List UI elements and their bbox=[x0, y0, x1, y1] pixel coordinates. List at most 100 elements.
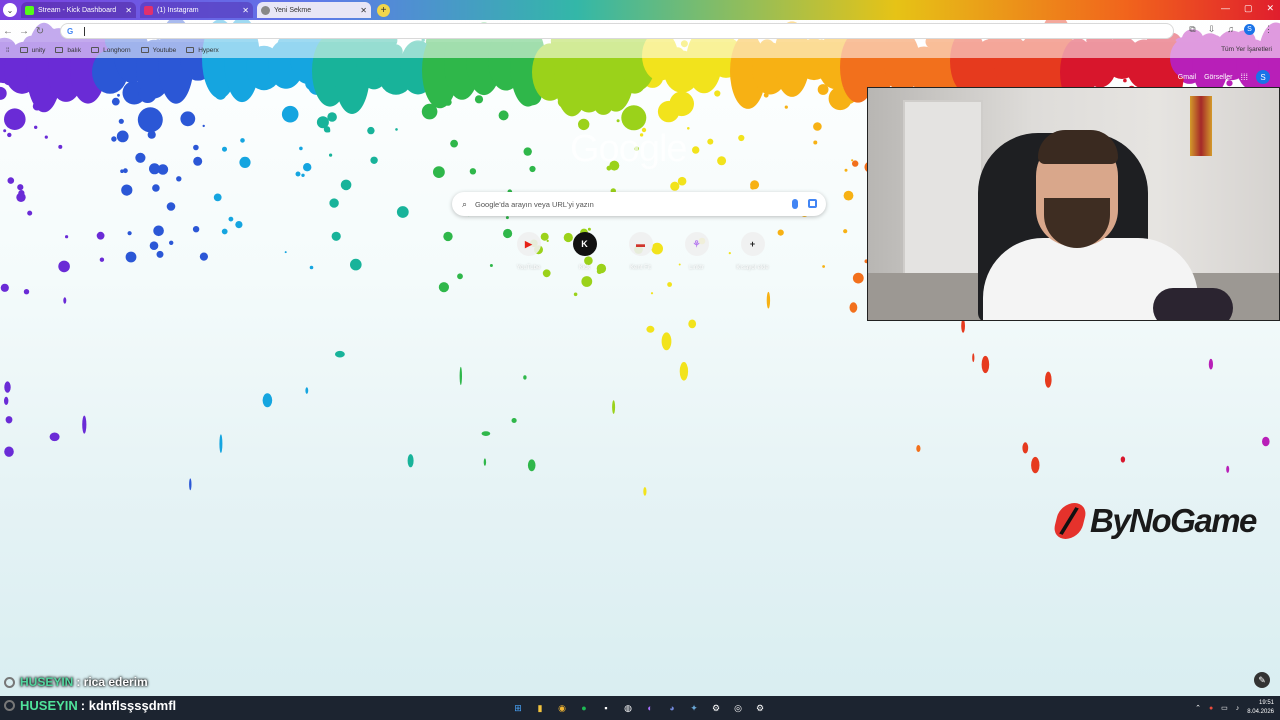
text-cursor bbox=[84, 26, 85, 36]
windows-taskbar: ⊞ ▮ ◉ ● ▪ ◍ ◐ ◕ ✦ ⚙ ◎ ⚙ ⌃ ● ▭ ♪ 19:51 8.… bbox=[0, 696, 1280, 720]
settings-icon[interactable]: ⚙ bbox=[708, 700, 724, 716]
paint-drop bbox=[99, 257, 105, 262]
close-icon[interactable]: ✕ bbox=[125, 6, 132, 15]
twitch-icon[interactable]: ◐ bbox=[642, 700, 658, 716]
paint-drop bbox=[284, 251, 287, 254]
all-bookmarks-label: Tüm Yer İşaretleri bbox=[1221, 46, 1272, 53]
app-icon[interactable]: ⚙ bbox=[752, 700, 768, 716]
paint-drop bbox=[612, 400, 616, 414]
browser-toolbar: ← → ↻ G ⧉ ⇩ ♫ S ⋮ bbox=[0, 20, 1280, 42]
paint-drop bbox=[123, 168, 128, 174]
bookmark-label: Youtube bbox=[152, 46, 177, 54]
google-lens-icon[interactable] bbox=[808, 199, 817, 208]
paint-drop bbox=[784, 105, 788, 109]
user-badge-icon bbox=[4, 700, 15, 711]
paint-drop bbox=[813, 122, 822, 131]
new-tab-button[interactable]: + bbox=[377, 3, 390, 17]
streamer-webcam bbox=[867, 87, 1280, 321]
discord-icon[interactable]: ◕ bbox=[664, 700, 680, 716]
file-explorer-icon[interactable]: ▮ bbox=[532, 700, 548, 716]
app-icon[interactable]: ◎ bbox=[730, 700, 746, 716]
chat-text: : rica ederim bbox=[76, 675, 148, 689]
bookmark-hyperx[interactable]: Hyperx bbox=[186, 47, 219, 54]
forward-icon[interactable]: → bbox=[16, 26, 32, 37]
windows-start-icon[interactable]: ⊞ bbox=[510, 700, 526, 716]
back-icon[interactable]: ← bbox=[0, 26, 16, 37]
paint-drop bbox=[469, 168, 477, 175]
network-icon[interactable]: ▭ bbox=[1221, 704, 1228, 712]
maximize-icon[interactable]: ▢ bbox=[1244, 3, 1253, 14]
volume-icon[interactable]: ♪ bbox=[1236, 705, 1240, 712]
gmail-link[interactable]: Gmail bbox=[1178, 74, 1196, 81]
chevron-up-icon[interactable]: ⌃ bbox=[1195, 704, 1201, 712]
paint-drop bbox=[329, 153, 333, 157]
close-icon[interactable]: ✕ bbox=[242, 6, 249, 15]
images-link[interactable]: Görseller bbox=[1204, 74, 1232, 81]
shortcut-add[interactable]: + Kısayol ekle bbox=[732, 232, 773, 271]
close-window-icon[interactable]: ✕ bbox=[1266, 3, 1274, 14]
paint-drop bbox=[643, 487, 647, 496]
media-icon[interactable]: ♫ bbox=[1225, 24, 1236, 35]
bookmark-longhorn[interactable]: Longhorn bbox=[91, 46, 131, 54]
bookmark-label: Hyperx bbox=[198, 46, 219, 54]
downloads-icon[interactable]: ⇩ bbox=[1206, 24, 1217, 35]
app-icon[interactable]: ▪ bbox=[598, 700, 614, 716]
paint-drop bbox=[34, 125, 38, 129]
customize-pencil-icon[interactable]: ✎ bbox=[1254, 672, 1270, 688]
address-bar[interactable]: G bbox=[60, 23, 1174, 39]
shortcut-linktr[interactable]: ⚘ Linktr bbox=[676, 232, 717, 271]
chrome-icon[interactable]: ◉ bbox=[554, 700, 570, 716]
search-icon: ⌕ bbox=[462, 198, 468, 209]
paint-drop bbox=[443, 231, 453, 242]
paint-drop bbox=[240, 138, 245, 143]
bookmarks-bar: ⁞⁞ unity balık Longhorn Youtube Hyperx T… bbox=[0, 42, 1280, 58]
obs-icon[interactable]: ◍ bbox=[620, 700, 636, 716]
folder-icon bbox=[91, 47, 100, 53]
microphone-icon[interactable] bbox=[792, 199, 798, 209]
paint-drop bbox=[1045, 371, 1052, 388]
close-icon[interactable]: ✕ bbox=[360, 6, 367, 15]
tab-instagram[interactable]: (1) Instagram ✕ bbox=[140, 2, 253, 18]
ntp-search-box[interactable]: ⌕ Google'da arayın veya URL'yi yazın bbox=[452, 192, 826, 216]
shortcut-youtube[interactable]: ▶ YouTube bbox=[508, 232, 549, 271]
all-bookmarks[interactable]: Tüm Yer İşaretleri bbox=[1221, 46, 1272, 53]
tab-kick-dashboard[interactable]: Stream - Kick Dashboard ✕ bbox=[21, 2, 136, 18]
paint-drop bbox=[235, 221, 243, 229]
minimize-icon[interactable]: — bbox=[1221, 3, 1230, 14]
tab-search-icon[interactable]: ⌄ bbox=[3, 3, 17, 17]
ntp-shortcuts: ▶ YouTube K Kick ▬ Kent Fit ⚘ Linktr + K… bbox=[508, 232, 773, 271]
bookmark-youtube[interactable]: Youtube bbox=[140, 46, 177, 54]
plus-icon: + bbox=[740, 232, 765, 256]
paint-drop bbox=[738, 134, 745, 142]
bookmark-label: Longhorn bbox=[103, 46, 131, 54]
google-apps-icon[interactable]: ⁞⁞⁞ bbox=[1240, 72, 1248, 82]
spotify-icon[interactable]: ● bbox=[576, 700, 592, 716]
bookmark-label: unity bbox=[31, 46, 46, 54]
profile-avatar[interactable]: S bbox=[1244, 24, 1255, 35]
extensions-icon[interactable]: ⧉ bbox=[1187, 24, 1198, 35]
apps-grid-icon[interactable]: ⁞⁞ bbox=[6, 47, 10, 54]
chat-text: : kdnflsşsşdmfl bbox=[80, 698, 177, 713]
bynogame-logo-icon bbox=[1051, 503, 1089, 539]
paint-drop bbox=[4, 446, 14, 457]
kebab-menu-icon[interactable]: ⋮ bbox=[1263, 24, 1274, 35]
shortcut-kent-fit[interactable]: ▬ Kent Fit bbox=[620, 232, 661, 271]
paint-drop bbox=[166, 202, 176, 211]
tab-new-tab[interactable]: Yeni Sekme ✕ bbox=[257, 2, 371, 18]
reload-icon[interactable]: ↻ bbox=[32, 26, 48, 37]
bookmark-unity[interactable]: unity bbox=[19, 46, 46, 54]
paint-drop bbox=[766, 291, 771, 309]
clock[interactable]: 19:51 8.04.2026 bbox=[1247, 699, 1274, 717]
shortcut-label: Kick bbox=[578, 265, 591, 271]
paint-drop bbox=[117, 93, 120, 97]
paint-drop bbox=[523, 147, 532, 156]
bookmark-balik[interactable]: balık bbox=[55, 47, 81, 54]
microphone-icon[interactable]: ● bbox=[1209, 705, 1213, 712]
paint-drop bbox=[573, 292, 578, 297]
shortcut-kick[interactable]: K Kick bbox=[564, 232, 605, 271]
ntp-avatar[interactable]: S bbox=[1256, 70, 1270, 84]
system-tray: ⌃ ● ▭ ♪ 19:51 8.04.2026 bbox=[1195, 699, 1274, 717]
paint-drop bbox=[127, 231, 132, 236]
paint-drop bbox=[281, 105, 299, 123]
steam-icon[interactable]: ✦ bbox=[686, 700, 702, 716]
